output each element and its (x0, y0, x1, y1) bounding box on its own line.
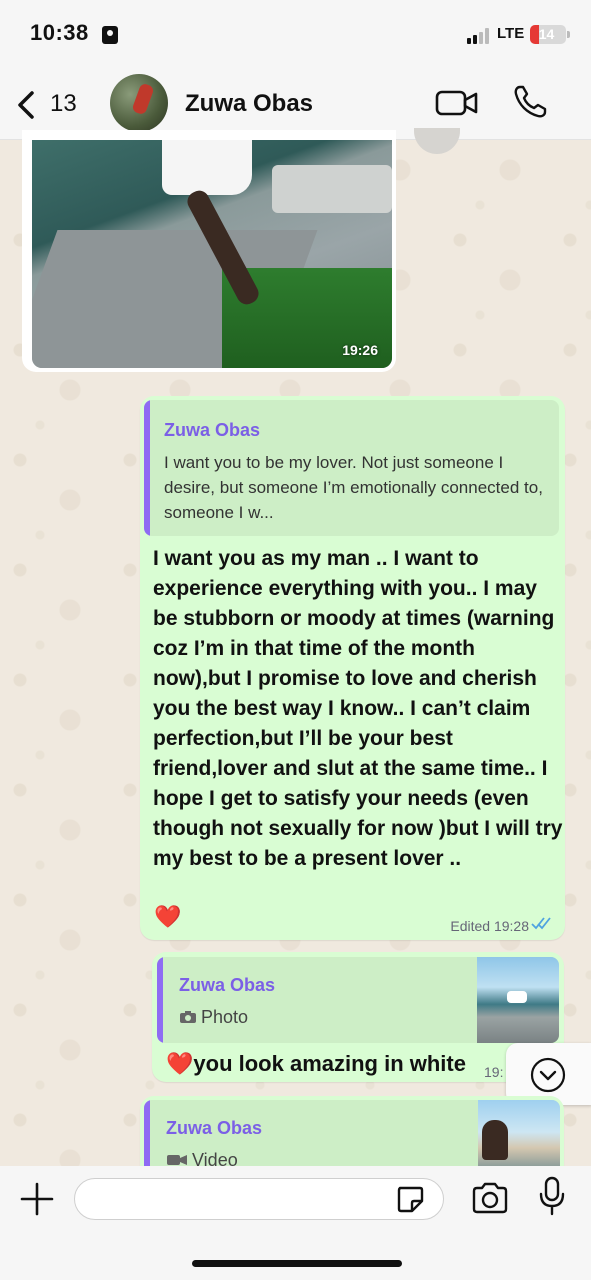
message-time: 19:26 (342, 342, 378, 358)
video-icon (167, 1155, 187, 1165)
photo-image[interactable]: 19:26 (32, 140, 392, 368)
heart-emoji: ❤️ (154, 904, 182, 929)
contact-name[interactable]: Zuwa Obas (185, 90, 313, 118)
quoted-author: Zuwa Obas (166, 1118, 263, 1138)
incoming-photo-message[interactable]: 19:26 (22, 130, 396, 372)
battery-level: 14 (538, 26, 555, 42)
back-unread-count[interactable]: 13 (50, 90, 77, 118)
quoted-author: Zuwa Obas (164, 420, 261, 440)
message-time: 19:28 (493, 918, 529, 934)
battery-icon: 14 (530, 25, 566, 44)
message-text: I want you as my man .. I want to experi… (153, 547, 563, 870)
message-text: ❤️you look amazing in white (166, 1051, 466, 1076)
quoted-author: Zuwa Obas (179, 975, 276, 995)
quote-bar (157, 957, 163, 1043)
signal-icon (467, 28, 491, 44)
message-meta: Edited 19:28 (450, 918, 529, 934)
outgoing-message[interactable]: Zuwa Obas I want you to be my lover. Not… (140, 396, 565, 940)
video-call-icon[interactable] (435, 88, 479, 118)
edited-label: Edited (450, 918, 491, 934)
quoted-photo-thumbnail (477, 957, 559, 1043)
quoted-text: I want you to be my lover. Not just some… (164, 453, 543, 522)
message-time: 19: (484, 1064, 504, 1080)
contact-card-icon (102, 26, 118, 44)
read-ticks-icon (531, 917, 551, 930)
status-time: 10:38 (30, 20, 89, 45)
sticker-icon[interactable] (395, 1184, 425, 1214)
camera-icon (180, 1011, 196, 1023)
avatar[interactable] (110, 74, 168, 132)
plus-icon[interactable] (20, 1182, 54, 1216)
microphone-icon[interactable] (538, 1176, 566, 1216)
compose-bar (0, 1166, 591, 1280)
camera-icon[interactable] (471, 1182, 509, 1214)
quoted-message[interactable]: Zuwa Obas Photo (157, 957, 559, 1043)
status-bar: 10:38 LTE 14 (0, 0, 591, 70)
quote-bar (144, 400, 150, 536)
home-indicator (192, 1260, 402, 1267)
quoted-message[interactable]: Zuwa Obas I want you to be my lover. Not… (144, 400, 559, 536)
quoted-media-label: Photo (179, 1007, 248, 1028)
chevron-down-icon (530, 1057, 566, 1093)
network-label: LTE (497, 25, 525, 42)
message-input[interactable] (74, 1178, 444, 1220)
phone-icon[interactable] (512, 84, 548, 120)
chevron-left-icon[interactable] (14, 90, 38, 120)
outgoing-message[interactable]: Zuwa Obas Photo ❤️you look amazing in wh… (152, 952, 564, 1082)
